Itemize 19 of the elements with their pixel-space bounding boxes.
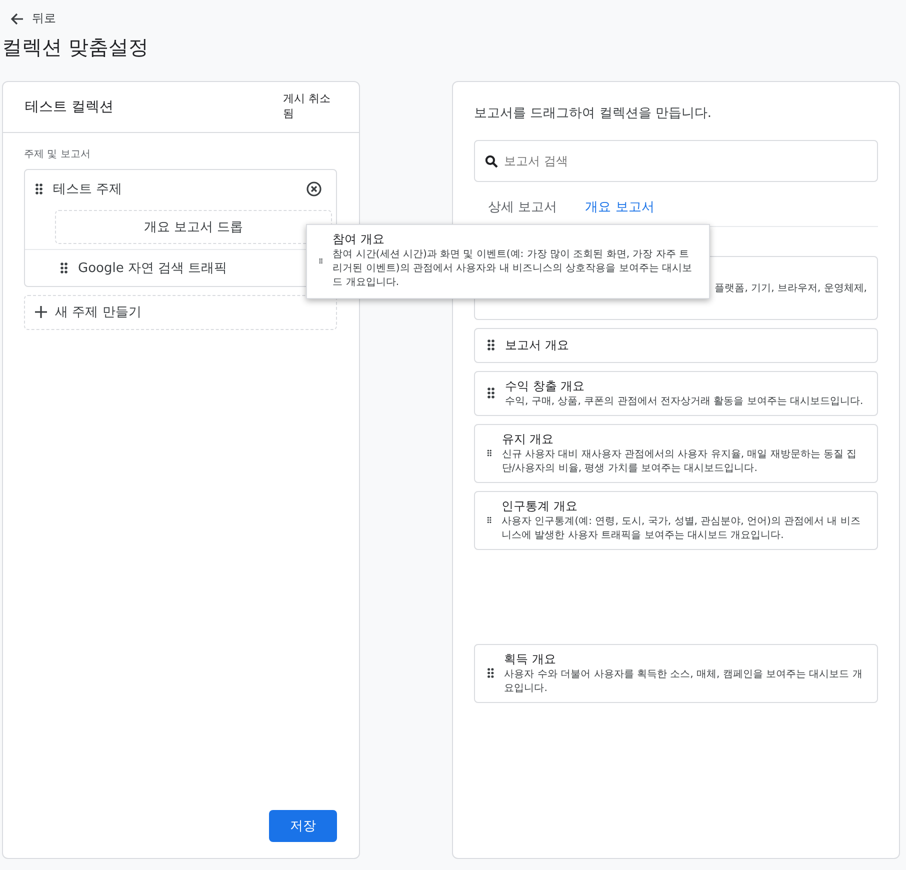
report-description: 사용자 수와 더불어 사용자를 획득한 소스, 매체, 캠페인을 보여주는 대시보드 개요입니다. [504,668,864,696]
topic-name: 테스트 주제 [53,180,124,198]
page-title: 컬렉션 맞춤설정 [2,34,150,60]
publish-status: 게시 취소됨 [283,92,332,121]
report-description: 수익, 구매, 상품, 쿠폰의 관점에서 전자상거래 활동을 보여주는 대시보드입니다. [505,394,864,408]
report-title: 유지 개요 [502,430,555,448]
report-description: 사용자 인구통계(예: 연령, 도시, 국가, 성별, 관심분야, 언어)의 관점에서 내 비즈니스에 발생한 사용자 트래픽을 보여주는 대시보드 개요입니다. [502,514,862,542]
report-name: Google 자연 검색 트래픽 [78,260,228,276]
report-description: 신규 사용자 대비 재사용자 관점에서의 사용자 유지율, 매일 재방문하는 동질 집단/사용자의 비율, 평생 가치를 보여주는 대시보드입니다. [502,448,858,476]
report-description: 플랫폼, 기기, 브라우저, 운영체제, [714,282,867,294]
report-title: 수익 창출 개요 [505,378,586,394]
report-title: 참여 개요 [332,231,386,248]
report-title: 인구통계 개요 [502,498,578,514]
report-title: 보고서 개요 [505,336,569,354]
collection-name: 테스트 컬렉션 [25,98,114,116]
report-title: 획득 개요 [504,650,558,668]
report-description: 참여 시간(세션 시간)과 화면 및 이벤트(예: 가장 많이 조회된 화면, 가장 자주 트리거된 이벤트)의 관점에서 사용자와 내 비즈니스의 상호작용을 보여주는 대시보드 개요입니다. [332,248,694,290]
instruction-text: 보고서를 드래그하여 컬렉션을 만듭니다. [474,104,713,122]
section-label: 주제 및 보고서 [24,148,92,160]
